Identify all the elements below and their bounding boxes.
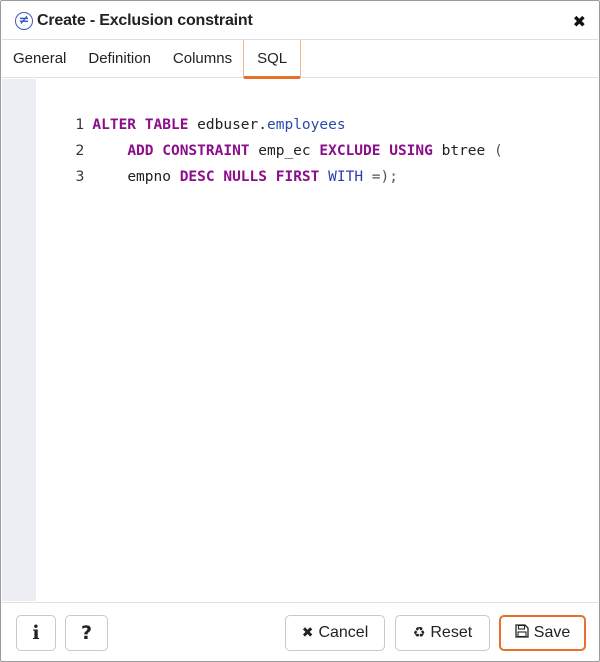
tab-bar: General Definition Columns SQL xyxy=(2,40,598,79)
recycle-icon: ♻ xyxy=(412,625,426,641)
exclusion-constraint-dialog: ≠ Create - Exclusion constraint ✖ Genera… xyxy=(0,0,600,662)
column-name: empno xyxy=(127,169,180,185)
dialog-titlebar: ≠ Create - Exclusion constraint ✖ xyxy=(2,2,598,40)
dialog-title: Create - Exclusion constraint xyxy=(37,11,253,29)
cancel-label: Cancel xyxy=(318,624,369,641)
reset-button[interactable]: ♻ Reset xyxy=(395,615,490,651)
open-paren: ( xyxy=(493,143,503,159)
info-icon: i xyxy=(32,622,40,644)
sql-editor[interactable]: 1 ALTER TABLE edbuser.employees 2 ADD CON… xyxy=(2,79,598,601)
help-icon: ? xyxy=(80,622,93,644)
operator-end: =); xyxy=(363,169,398,185)
help-button[interactable]: ? xyxy=(65,615,108,651)
tab-sql[interactable]: SQL xyxy=(243,40,302,79)
info-button[interactable]: i xyxy=(16,615,56,651)
sql-keyword-with: WITH xyxy=(328,169,364,185)
not-equal-icon: ≠ xyxy=(15,11,33,30)
cancel-button[interactable]: ✖ Cancel xyxy=(285,615,385,651)
code-line: 1 ALTER TABLE edbuser.employees xyxy=(2,83,345,133)
code-line: 3 empno DESC NULLS FIRST WITH =); xyxy=(2,135,398,185)
close-icon: ✖ xyxy=(301,625,314,641)
tab-columns[interactable]: Columns xyxy=(162,40,243,78)
index-method: btree xyxy=(432,143,494,159)
sql-keyword: DESC NULLS FIRST xyxy=(179,169,320,185)
close-icon[interactable]: ✖ xyxy=(573,12,586,31)
tab-definition[interactable]: Definition xyxy=(77,40,162,78)
reset-label: Reset xyxy=(430,624,473,641)
save-button[interactable]: Save xyxy=(499,615,586,651)
tab-general[interactable]: General xyxy=(2,40,77,78)
line-number: 3 xyxy=(75,169,85,185)
code-line: 2 ADD CONSTRAINT emp_ec EXCLUDE USING bt… xyxy=(2,109,502,159)
save-label: Save xyxy=(533,624,571,641)
save-icon xyxy=(515,624,529,642)
dialog-footer: i ? ✖ Cancel ♻ Reset Save xyxy=(2,602,598,660)
